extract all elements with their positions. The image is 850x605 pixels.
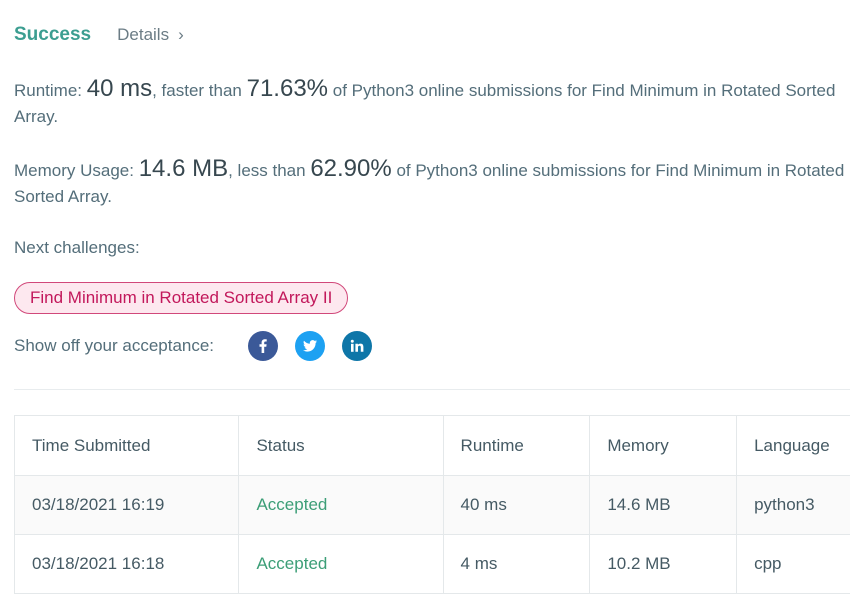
cell-time: 03/18/2021 16:18: [14, 534, 240, 594]
cell-status[interactable]: Accepted: [238, 475, 444, 535]
share-label: Show off your acceptance:: [14, 336, 215, 355]
column-header-runtime: Runtime: [442, 415, 591, 476]
memory-percent: 62.90%: [310, 155, 392, 182]
runtime-percent: 71.63%: [246, 75, 329, 102]
memory-label: Memory Usage:: [14, 161, 139, 180]
submissions-table: Time Submitted Status Runtime Memory Lan…: [14, 415, 850, 594]
cell-runtime: 40 ms: [442, 475, 591, 535]
details-link[interactable]: Details ›: [117, 25, 184, 45]
chevron-right-icon[interactable]: ›: [178, 25, 184, 45]
share-row: Show off your acceptance:: [14, 330, 389, 362]
result-status-title: Success: [14, 24, 92, 45]
runtime-value: 40 ms: [86, 75, 153, 102]
runtime-label: Runtime:: [14, 81, 87, 100]
twitter-share-button[interactable]: [295, 331, 326, 361]
memory-stat: Memory Usage: 14.6 MB, less than 62.90% …: [14, 156, 850, 210]
cell-memory: 14.6 MB: [589, 475, 738, 535]
cell-memory: 10.2 MB: [589, 534, 738, 594]
memory-mid-text: , less than: [228, 161, 311, 180]
runtime-mid-text: , faster than: [152, 81, 247, 100]
cell-time: 03/18/2021 16:19: [14, 475, 240, 535]
submission-result-page: Success Details › Runtime: 40 ms, faster…: [0, 0, 850, 605]
column-header-memory: Memory: [589, 415, 738, 476]
facebook-share-button[interactable]: [248, 331, 279, 361]
memory-value: 14.6 MB: [138, 155, 229, 182]
cell-language: cpp: [736, 534, 850, 594]
column-header-status: Status: [238, 415, 444, 476]
table-row: 03/18/2021 16:18 Accepted 4 ms 10.2 MB c…: [14, 534, 850, 594]
table-row: 03/18/2021 16:19 Accepted 40 ms 14.6 MB …: [14, 475, 850, 535]
section-divider: [14, 389, 850, 390]
facebook-icon: [259, 339, 267, 353]
cell-runtime: 4 ms: [442, 534, 591, 594]
cell-language: python3: [736, 475, 850, 535]
linkedin-share-button[interactable]: [342, 331, 373, 361]
cell-status[interactable]: Accepted: [238, 534, 444, 594]
table-header-row: Time Submitted Status Runtime Memory Lan…: [14, 415, 850, 476]
twitter-icon: [303, 340, 318, 352]
result-header: Success Details ›: [14, 24, 184, 46]
linkedin-icon: [350, 339, 364, 352]
column-header-time: Time Submitted: [14, 415, 240, 476]
next-challenge-link[interactable]: Find Minimum in Rotated Sorted Array II: [14, 282, 349, 314]
next-challenges-label: Next challenges:: [14, 238, 140, 257]
details-link-label[interactable]: Details: [117, 25, 169, 45]
runtime-stat: Runtime: 40 ms, faster than 71.63% of Py…: [14, 76, 850, 130]
submissions-table-wrapper: Time Submitted Status Runtime Memory Lan…: [14, 415, 850, 594]
column-header-language: Language: [736, 415, 850, 476]
